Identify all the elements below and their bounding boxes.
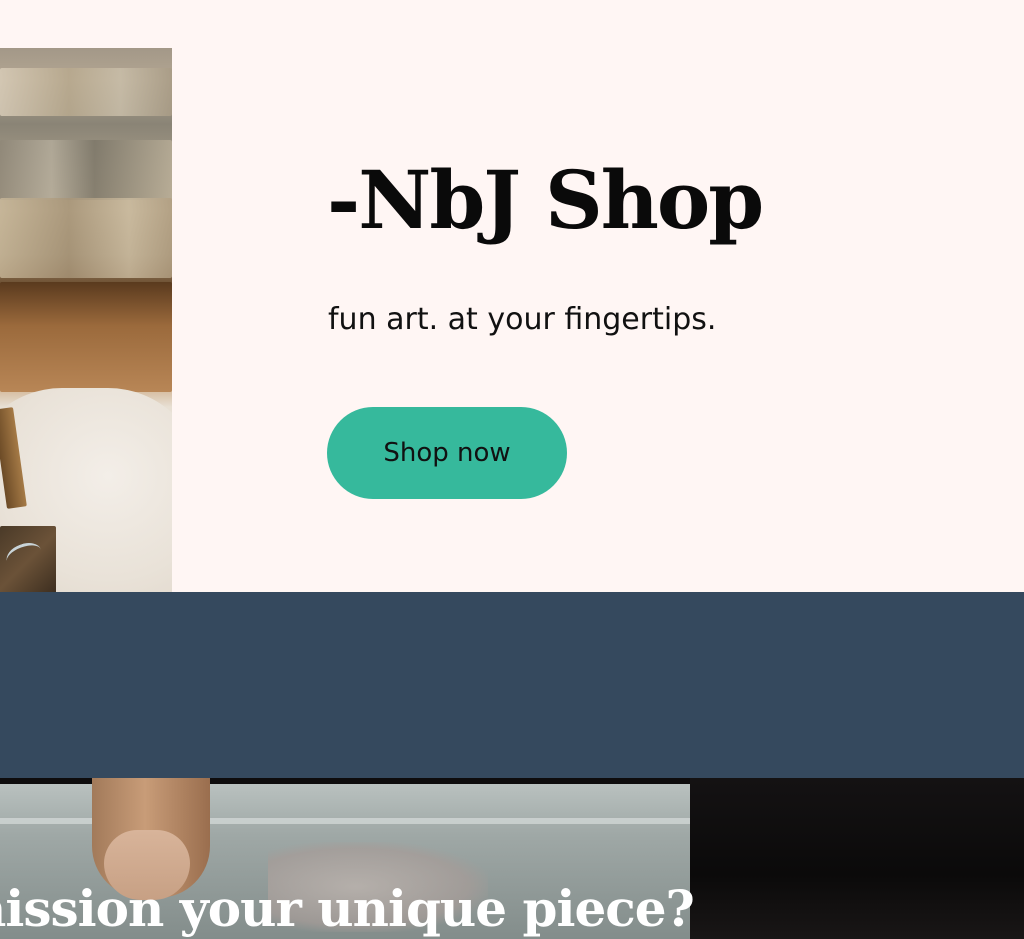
- hero-subtitle: fun art. at your fingertips.: [328, 302, 717, 337]
- hero-image-shelf: [0, 198, 172, 278]
- hero-title: -NbJ Shop: [327, 153, 764, 247]
- page: -NbJ Shop fun art. at your fingertips. S…: [0, 0, 1024, 939]
- hero-image-shelf: [0, 68, 172, 116]
- hero-section: -NbJ Shop fun art. at your fingertips. S…: [0, 0, 1024, 592]
- commission-image-background: [690, 778, 1024, 939]
- color-band: [0, 592, 1024, 778]
- commission-title: nission your unique piece?: [0, 879, 695, 938]
- hero-image-canvas: [0, 526, 56, 592]
- hero-image: [0, 48, 172, 592]
- hero-image-shelf: [0, 140, 172, 200]
- shop-now-button[interactable]: Shop now: [327, 407, 567, 499]
- hero-image-floor: [0, 282, 172, 392]
